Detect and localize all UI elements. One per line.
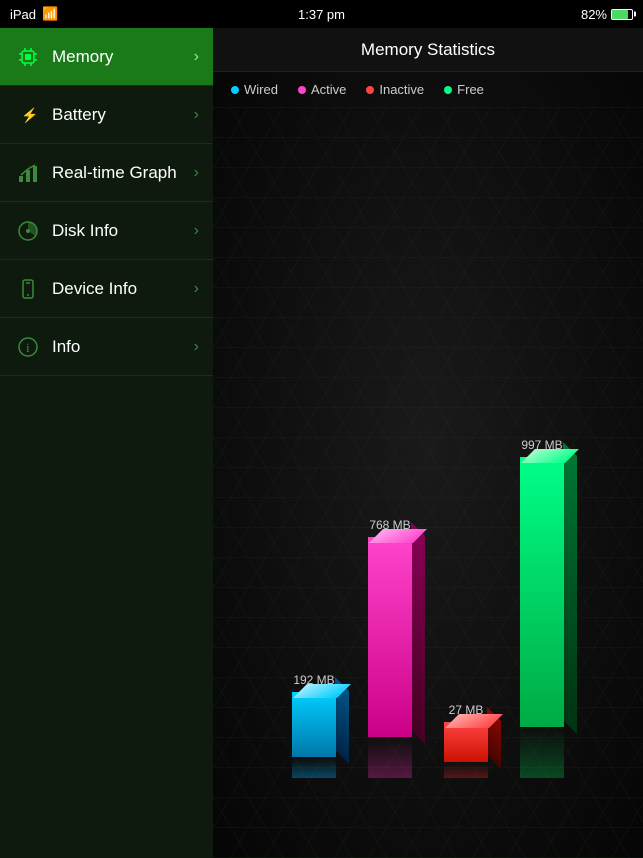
inactive-dot bbox=[366, 86, 374, 94]
chevron-right-icon: › bbox=[194, 222, 199, 240]
device-icon bbox=[14, 275, 42, 303]
active-bar-right bbox=[411, 522, 425, 744]
battery-percent: 82% bbox=[581, 7, 607, 22]
chevron-right-icon: › bbox=[194, 280, 199, 298]
active-bar-front bbox=[368, 537, 412, 737]
info-label: Info bbox=[52, 337, 194, 357]
chevron-right-icon: › bbox=[194, 338, 199, 356]
svg-text:⚡: ⚡ bbox=[21, 107, 38, 124]
disk-icon bbox=[14, 217, 42, 245]
free-bar-group: 997 MB bbox=[520, 438, 564, 778]
main-content: Memory Statistics Wired Active Inactive … bbox=[213, 28, 643, 858]
free-bar-body bbox=[520, 457, 564, 727]
wired-dot bbox=[231, 86, 239, 94]
active-bar-group: 768 MB bbox=[368, 518, 412, 778]
legend-active: Active bbox=[298, 82, 346, 97]
legend-wired: Wired bbox=[231, 82, 278, 97]
active-bar-body bbox=[368, 537, 412, 737]
device-info-label: Device Info bbox=[52, 279, 194, 299]
inactive-bar-body bbox=[444, 722, 488, 762]
svg-text:i: i bbox=[26, 340, 30, 355]
wired-bar-reflection bbox=[292, 758, 336, 778]
title-bar: Memory Statistics bbox=[213, 28, 643, 72]
sidebar-item-info[interactable]: i Info › bbox=[0, 318, 213, 376]
battery-label: Battery bbox=[52, 105, 194, 125]
free-dot bbox=[444, 86, 452, 94]
info-icon: i bbox=[14, 333, 42, 361]
sidebar: Memory › ⚡ Battery › Real-time Graph bbox=[0, 28, 213, 858]
wired-label: Wired bbox=[244, 82, 278, 97]
sidebar-item-battery[interactable]: ⚡ Battery › bbox=[0, 86, 213, 144]
app-layout: Memory › ⚡ Battery › Real-time Graph bbox=[0, 28, 643, 858]
active-label: Active bbox=[311, 82, 346, 97]
chip-icon bbox=[14, 43, 42, 71]
active-bar-reflection bbox=[368, 738, 412, 778]
chevron-right-icon: › bbox=[194, 106, 199, 124]
wired-bar-front bbox=[292, 692, 336, 757]
battery-icon: ⚡ bbox=[14, 101, 42, 129]
battery-fill bbox=[612, 10, 628, 19]
legend-inactive: Inactive bbox=[366, 82, 424, 97]
sidebar-item-device-info[interactable]: Device Info › bbox=[0, 260, 213, 318]
chart-legend: Wired Active Inactive Free bbox=[213, 72, 643, 107]
free-bar-reflection bbox=[520, 728, 564, 778]
sidebar-item-disk-info[interactable]: Disk Info › bbox=[0, 202, 213, 260]
wired-bar-group: 192 MB bbox=[292, 673, 336, 778]
status-bar: iPad 📶 1:37 pm 82% bbox=[0, 0, 643, 28]
free-bar-front bbox=[520, 457, 564, 727]
graph-icon bbox=[14, 159, 42, 187]
device-name: iPad bbox=[10, 7, 36, 22]
status-time: 1:37 pm bbox=[298, 7, 345, 22]
wired-bar-body bbox=[292, 692, 336, 757]
sidebar-item-realtime-graph[interactable]: Real-time Graph › bbox=[0, 144, 213, 202]
chart-area: 192 MB 768 MB bbox=[213, 107, 643, 858]
memory-label: Memory bbox=[52, 47, 194, 67]
free-label: Free bbox=[457, 82, 484, 97]
page-title: Memory Statistics bbox=[361, 40, 495, 60]
inactive-bar-front bbox=[444, 722, 488, 762]
sidebar-item-memory[interactable]: Memory › bbox=[0, 28, 213, 86]
battery-indicator bbox=[611, 9, 633, 20]
free-bar-right bbox=[563, 442, 577, 734]
inactive-bar-group: 27 MB bbox=[444, 703, 488, 778]
active-dot bbox=[298, 86, 306, 94]
disk-info-label: Disk Info bbox=[52, 221, 194, 241]
chevron-right-icon: › bbox=[194, 48, 199, 66]
realtime-graph-label: Real-time Graph bbox=[52, 163, 194, 183]
wifi-icon: 📶 bbox=[42, 6, 58, 22]
inactive-bar-reflection bbox=[444, 763, 488, 778]
chevron-right-icon: › bbox=[194, 164, 199, 182]
legend-free: Free bbox=[444, 82, 484, 97]
inactive-label: Inactive bbox=[379, 82, 424, 97]
bars-container: 192 MB 768 MB bbox=[276, 438, 580, 778]
